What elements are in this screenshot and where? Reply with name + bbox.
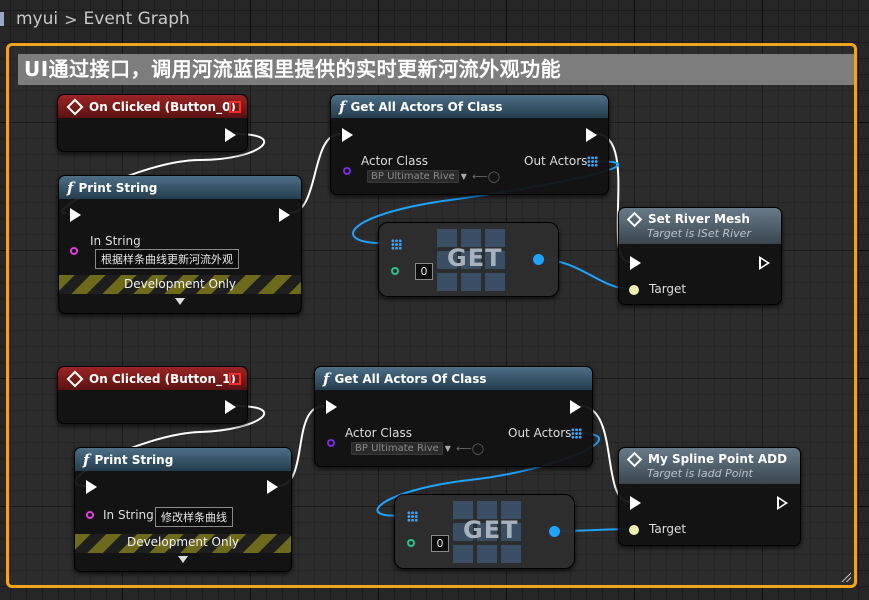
exec-in-pin[interactable]: [342, 128, 353, 142]
class-value: BP Ultimate Rive: [351, 442, 443, 455]
get-all-actors-node-2[interactable]: f Get All Actors Of Class Actor Class BP…: [314, 366, 593, 467]
event-diamond-icon: [66, 98, 84, 115]
chevron-right-icon: >: [64, 9, 78, 29]
int-pin-icon[interactable]: [407, 539, 415, 547]
event-node-button-1[interactable]: On Clicked (Button_1): [57, 366, 248, 424]
message-icon: [626, 211, 643, 227]
target-pin-icon[interactable]: [629, 525, 639, 535]
exec-in-pin[interactable]: [70, 208, 81, 222]
in-string-field[interactable]: 修改样条曲线: [155, 507, 233, 527]
object-out-pin[interactable]: [549, 526, 560, 537]
target-label: Target: [649, 282, 687, 296]
node-title: Print String: [94, 452, 174, 467]
actor-class-dropdown[interactable]: BP Ultimate Rive ▼ ⟵◯: [351, 442, 484, 455]
node-subtitle: Target is Iadd Point: [647, 467, 753, 480]
event-header: On Clicked (Button_0): [58, 95, 247, 118]
exec-out-pin[interactable]: [267, 480, 278, 494]
function-icon: f: [323, 369, 330, 388]
function-header: f Print String: [75, 448, 291, 471]
node-title: Get All Actors Of Class: [334, 371, 487, 386]
exec-out-pin[interactable]: [570, 400, 581, 414]
exec-out-pin[interactable]: [225, 128, 236, 142]
function-icon: f: [339, 97, 346, 116]
breadcrumb-root[interactable]: myui: [16, 9, 58, 29]
get-array-node-2[interactable]: 0 GET: [394, 494, 575, 569]
resize-grip-icon[interactable]: [839, 570, 851, 582]
message-icon: [626, 451, 643, 467]
target-label: Target: [649, 522, 687, 536]
in-string-label: In String: [90, 234, 141, 248]
chevron-down-icon: ▼: [444, 444, 451, 453]
out-actors-label: Out Actors: [508, 426, 572, 440]
node-title: Set River Mesh: [648, 212, 750, 226]
exec-in-pin[interactable]: [630, 496, 641, 510]
node-title: Print String: [78, 180, 158, 195]
exec-out-pin[interactable]: [777, 496, 788, 510]
in-string-label: In String: [103, 508, 154, 522]
event-title: On Clicked (Button_0): [89, 99, 236, 114]
int-pin-icon[interactable]: [391, 267, 399, 275]
delegate-pin-icon[interactable]: [229, 373, 241, 385]
in-string-field[interactable]: 根据样条曲线更新河流外观: [95, 249, 239, 269]
print-string-node-2[interactable]: f Print String In String 修改样条曲线 Developm…: [74, 447, 292, 572]
function-icon: f: [83, 450, 90, 469]
class-pin-icon[interactable]: [327, 439, 335, 447]
array-pin-icon[interactable]: [391, 239, 402, 250]
node-title: Get All Actors Of Class: [350, 99, 503, 114]
event-header: On Clicked (Button_1): [58, 367, 247, 390]
string-pin-icon[interactable]: [86, 511, 94, 519]
class-pin-icon[interactable]: [343, 167, 351, 175]
message-node-my-spline-point-add[interactable]: My Spline Point ADD Target is Iadd Point…: [618, 447, 801, 546]
exec-out-pin[interactable]: [279, 208, 290, 222]
print-string-node-1[interactable]: f Print String In String 根据样条曲线更新河流外观 De…: [58, 175, 302, 314]
browse-icon[interactable]: ⟵◯: [472, 170, 500, 183]
event-node-button-0[interactable]: On Clicked (Button_0): [57, 94, 248, 152]
delegate-pin-icon[interactable]: [229, 101, 241, 113]
exec-in-pin[interactable]: [630, 256, 641, 270]
browse-icon[interactable]: ⟵◯: [456, 442, 484, 455]
function-header: f Print String: [59, 176, 301, 199]
actor-class-dropdown[interactable]: BP Ultimate Rive ▼ ⟵◯: [367, 170, 500, 183]
object-out-pin[interactable]: [533, 254, 544, 265]
target-pin-icon[interactable]: [629, 285, 639, 295]
exec-in-pin[interactable]: [86, 480, 97, 494]
actor-class-label: Actor Class: [361, 154, 428, 168]
breadcrumb: myui > Event Graph: [0, 0, 190, 38]
index-field[interactable]: 0: [415, 263, 433, 280]
get-array-node-1[interactable]: 0 GET: [378, 222, 559, 297]
get-label: GET: [447, 244, 503, 272]
function-header: f Get All Actors Of Class: [331, 95, 608, 118]
graph-marker-icon: [0, 12, 4, 26]
array-pin-icon[interactable]: [407, 511, 418, 522]
out-actors-label: Out Actors: [524, 154, 588, 168]
function-header: f Get All Actors Of Class: [315, 367, 592, 390]
exec-out-pin[interactable]: [586, 128, 597, 142]
event-title: On Clicked (Button_1): [89, 371, 236, 386]
class-value: BP Ultimate Rive: [367, 170, 459, 183]
exec-out-pin[interactable]: [225, 400, 236, 414]
node-title: My Spline Point ADD: [648, 452, 788, 466]
actor-class-label: Actor Class: [345, 426, 412, 440]
message-header: Set River Mesh Target is ISet River: [619, 208, 781, 244]
string-pin-icon[interactable]: [70, 247, 78, 255]
dev-only-label: Development Only: [126, 535, 240, 549]
expand-arrow-icon[interactable]: [178, 556, 188, 563]
message-header: My Spline Point ADD Target is Iadd Point: [619, 448, 800, 484]
chevron-down-icon: ▼: [460, 172, 467, 181]
function-icon: f: [67, 178, 74, 197]
node-subtitle: Target is ISet River: [647, 227, 751, 240]
exec-in-pin[interactable]: [326, 400, 337, 414]
array-pin-icon[interactable]: [587, 156, 598, 167]
get-label: GET: [463, 516, 519, 544]
array-pin-icon[interactable]: [571, 428, 582, 439]
exec-out-pin[interactable]: [759, 256, 770, 270]
breadcrumb-current: Event Graph: [83, 9, 190, 29]
expand-arrow-icon[interactable]: [175, 298, 185, 305]
index-field[interactable]: 0: [431, 535, 449, 552]
dev-only-label: Development Only: [123, 277, 237, 291]
message-node-set-river-mesh[interactable]: Set River Mesh Target is ISet River Targ…: [618, 207, 782, 305]
comment-title[interactable]: UI通过接口，调用河流蓝图里提供的实时更新河流外观功能: [18, 54, 854, 85]
event-diamond-icon: [66, 370, 84, 387]
get-all-actors-node-1[interactable]: f Get All Actors Of Class Actor Class BP…: [330, 94, 609, 195]
